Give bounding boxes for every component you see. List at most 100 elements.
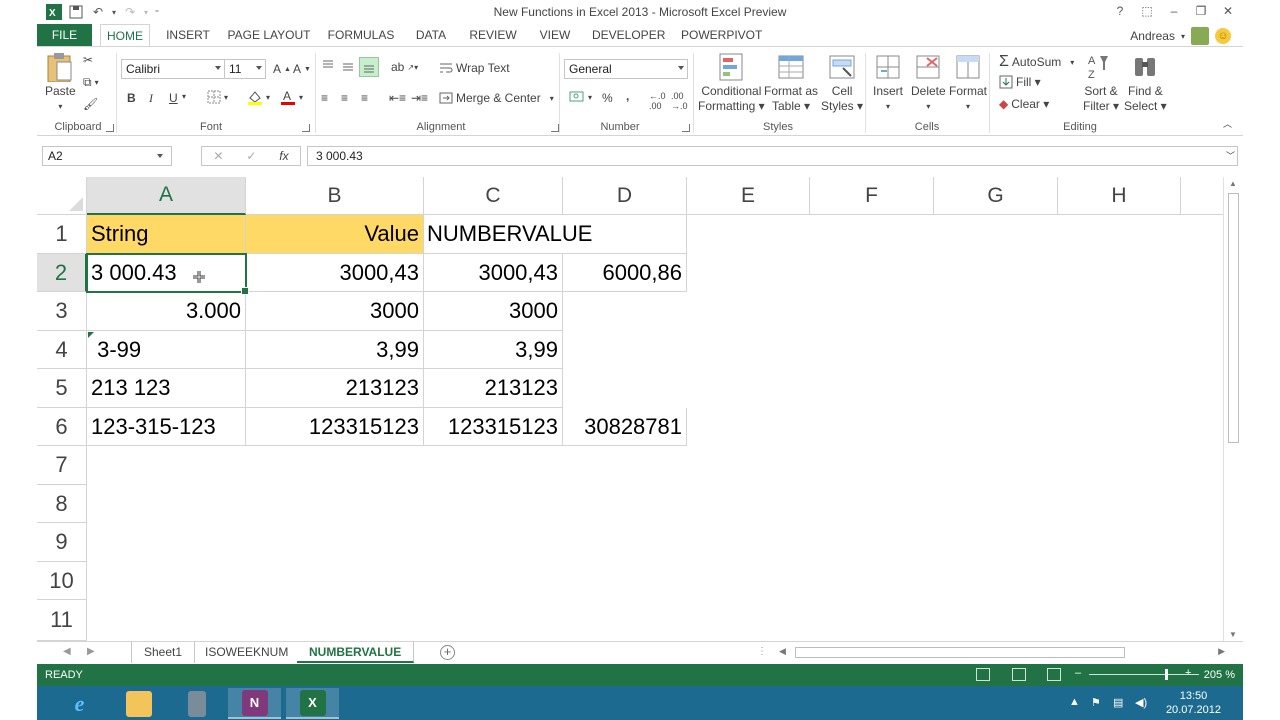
sort-filter-button[interactable]: AZ Sort & Filter ▾ [1083, 52, 1119, 114]
column-header-d[interactable]: D [563, 177, 687, 215]
cell-a1[interactable]: String [87, 215, 246, 254]
network-icon[interactable]: ▤ [1113, 696, 1123, 709]
cell-a3[interactable]: 3.000 [87, 292, 246, 331]
cell-d6[interactable]: 30828781 [563, 408, 687, 446]
prev-sheet-icon[interactable]: ◀ [63, 646, 71, 657]
horizontal-scrollbar[interactable]: ◀ ▶ [775, 645, 1227, 660]
tab-review[interactable]: REVIEW [468, 24, 518, 46]
cell-c2[interactable]: 3000,43 [424, 254, 563, 292]
cancel-entry-icon[interactable]: ✕ [213, 149, 223, 163]
row-header-10[interactable]: 10 [37, 562, 87, 600]
confirm-entry-icon[interactable]: ✓ [246, 149, 256, 163]
column-header-e[interactable]: E [687, 177, 810, 215]
expand-formula-bar-icon[interactable]: ﹀ [1226, 149, 1235, 162]
scroll-up-icon[interactable]: ▲ [1229, 179, 1237, 188]
increase-font-icon[interactable]: A ▲ [273, 62, 291, 76]
clipboard-launcher-icon[interactable] [106, 124, 114, 132]
collapse-ribbon-icon[interactable]: ︿ [1223, 117, 1232, 130]
row-header-3[interactable]: 3 [37, 292, 87, 331]
align-center-icon[interactable]: ≡ [341, 91, 348, 105]
decrease-decimal-icon[interactable]: .00 →.0 [671, 91, 688, 111]
ribbon-display-options-button[interactable]: ⬚ [1134, 2, 1160, 20]
zoom-slider-thumb[interactable] [1165, 669, 1168, 680]
accounting-format-icon[interactable]: ▾ [569, 90, 592, 104]
volume-icon[interactable]: ◀) [1135, 696, 1147, 709]
format-cells-button[interactable]: Format ▾ [949, 52, 987, 114]
align-middle-icon[interactable] [341, 59, 355, 73]
name-box[interactable]: A2 [42, 146, 172, 166]
cell-b1[interactable]: Value [246, 215, 424, 254]
tab-data[interactable]: DATA [411, 24, 451, 46]
cell-d1[interactable] [563, 215, 687, 254]
decrease-font-icon[interactable]: A ▼ [293, 62, 311, 76]
minimize-button[interactable]: – [1161, 2, 1187, 20]
vertical-scrollbar[interactable]: ▲ ▼ [1223, 177, 1243, 641]
error-indicator-icon[interactable] [88, 332, 94, 338]
decrease-indent-icon[interactable]: ⇤≡ [389, 91, 406, 105]
cell-c4[interactable]: 3,99 [424, 331, 563, 369]
cell-a5[interactable]: 213 123 [87, 369, 246, 408]
vertical-scroll-thumb[interactable] [1228, 193, 1239, 443]
row-header-2[interactable]: 2 [37, 254, 87, 292]
cell-c6[interactable]: 123315123 [424, 408, 563, 446]
italic-button[interactable]: I [149, 91, 153, 106]
taskbar-calculator[interactable] [170, 688, 223, 719]
horizontal-scroll-thumb[interactable] [795, 647, 1125, 658]
align-bottom-icon[interactable] [359, 57, 379, 77]
taskbar-onenote[interactable]: N [228, 688, 281, 719]
insert-function-icon[interactable]: fx [279, 149, 288, 163]
font-name-combobox[interactable]: Calibri [121, 59, 225, 79]
tab-developer[interactable]: DEVELOPER [592, 24, 665, 46]
cell-b2[interactable]: 3000,43 [246, 254, 424, 292]
tab-home[interactable]: HOME [100, 24, 150, 47]
close-button[interactable]: ✕ [1215, 2, 1241, 20]
font-size-combobox[interactable]: 11 [224, 59, 266, 79]
row-header-7[interactable]: 7 [37, 446, 87, 485]
zoom-out-icon[interactable]: – [1075, 667, 1081, 679]
scroll-left-icon[interactable]: ◀ [779, 646, 786, 657]
bold-button[interactable]: B [127, 91, 136, 105]
zoom-slider[interactable] [1089, 669, 1199, 680]
cell-b4[interactable]: 3,99 [246, 331, 424, 369]
align-left-icon[interactable]: ≡ [321, 91, 328, 105]
underline-dropdown-icon[interactable]: ▾ [182, 92, 186, 101]
comma-style-button[interactable]: , [626, 89, 629, 103]
row-header-11[interactable]: 11 [37, 600, 87, 641]
tray-overflow-icon[interactable]: ▲ [1069, 696, 1080, 708]
user-account[interactable]: Andreas ▾ ☺ [1130, 27, 1231, 45]
align-right-icon[interactable]: ≡ [361, 91, 368, 105]
column-header-g[interactable]: G [934, 177, 1058, 215]
tab-page-layout[interactable]: PAGE LAYOUT [227, 24, 311, 46]
column-header-c[interactable]: C [424, 177, 563, 215]
cut-icon[interactable]: ✂ [83, 53, 93, 67]
sheet-tab-numbervalue[interactable]: NUMBERVALUE [297, 642, 415, 663]
column-header-f[interactable]: F [810, 177, 934, 215]
cell-c3[interactable]: 3000 [424, 292, 563, 331]
increase-indent-icon[interactable]: ⇥≡ [411, 91, 428, 105]
taskbar-file-explorer[interactable] [112, 688, 165, 719]
tab-formulas[interactable]: FORMULAS [324, 24, 398, 46]
tab-powerpivot[interactable]: POWERPIVOT [681, 24, 762, 46]
clear-button[interactable]: ◆ Clear ▾ [999, 97, 1049, 111]
paste-button[interactable]: Paste ▾ [45, 52, 76, 114]
cell-d2[interactable]: 6000,86 [563, 254, 687, 292]
row-header-1[interactable]: 1 [37, 215, 87, 254]
number-launcher-icon[interactable] [682, 124, 690, 132]
taskbar-excel[interactable]: X [286, 688, 339, 719]
page-layout-view-icon[interactable] [1012, 668, 1026, 681]
format-painter-icon[interactable]: 🖌 [83, 97, 98, 111]
orientation-icon[interactable]: ab ↗▾ [391, 60, 418, 74]
align-top-icon[interactable] [321, 59, 335, 73]
tab-view[interactable]: VIEW [537, 24, 573, 46]
cell-c5[interactable]: 213123 [424, 369, 563, 408]
column-header-a[interactable]: A [87, 177, 246, 215]
row-header-6[interactable]: 6 [37, 408, 87, 446]
select-all-button[interactable] [37, 177, 87, 215]
scroll-down-icon[interactable]: ▼ [1229, 630, 1237, 639]
feedback-smiley-icon[interactable]: ☺ [1215, 28, 1231, 44]
cell-b6[interactable]: 123315123 [246, 408, 424, 446]
row-header-4[interactable]: 4 [37, 331, 87, 369]
formula-input[interactable]: 3 000.43 [307, 146, 1238, 166]
row-header-9[interactable]: 9 [37, 523, 87, 562]
tab-insert[interactable]: INSERT [161, 24, 215, 46]
